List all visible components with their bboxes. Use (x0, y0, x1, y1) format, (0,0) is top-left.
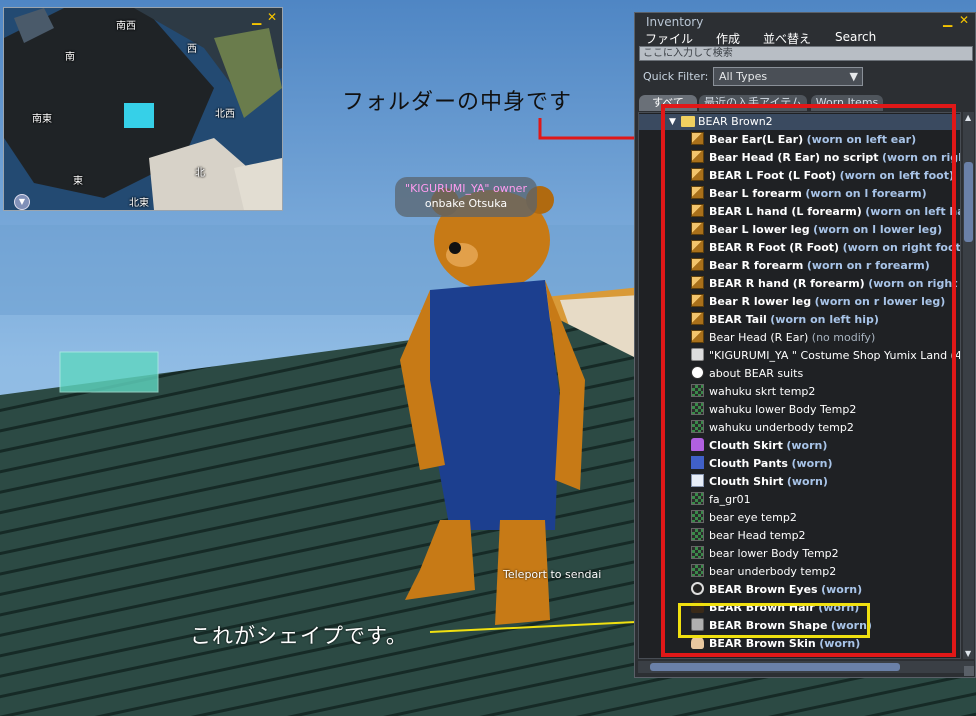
minimap-label-nw: 北西 (215, 109, 235, 120)
minimap-minimize-icon[interactable]: ▁ (252, 12, 261, 24)
minimap[interactable]: 南西 西 南 南東 北西 北 東 北東 ▁ ✕ ▼ (3, 7, 283, 211)
minimap-label-sw: 南西 (116, 21, 136, 32)
menu-sort[interactable]: 並べ替え (763, 30, 811, 47)
avatar-group-title: "KIGURUMI_YA" owner (405, 182, 527, 195)
annotation-shape: これがシェイプです。 (190, 624, 408, 648)
inventory-menu-bar: ファイル 作成 並べ替え Search (635, 29, 975, 47)
quick-filter-select[interactable]: All Types ▼ (713, 67, 863, 86)
minimap-compass-icon[interactable]: ▼ (14, 194, 30, 210)
minimap-label-ne: 北東 (129, 198, 149, 209)
menu-file[interactable]: ファイル (645, 30, 693, 47)
resize-handle-icon[interactable] (964, 666, 974, 676)
minimap-label-se: 南東 (32, 114, 52, 125)
minimap-label-w: 西 (187, 44, 197, 55)
inventory-minimize-icon[interactable]: ▁ (943, 13, 952, 27)
menu-create[interactable]: 作成 (716, 30, 740, 47)
vertical-scroll-thumb[interactable] (964, 162, 973, 242)
minimap-close-icon[interactable]: ✕ (267, 11, 277, 23)
vertical-scrollbar[interactable]: ▲ ▼ (963, 112, 974, 659)
highlight-shape-item (678, 603, 870, 638)
quick-filter-label: Quick Filter: (643, 70, 709, 83)
minimap-label-s: 南 (65, 52, 75, 63)
inventory-close-icon[interactable]: ✕ (959, 13, 969, 27)
inventory-title: Inventory (646, 15, 704, 29)
scroll-down-icon[interactable]: ▼ (965, 649, 971, 658)
menu-search[interactable]: Search (835, 30, 876, 44)
horizontal-scroll-thumb[interactable] (650, 663, 900, 671)
avatar-name: onbake Otsuka (424, 197, 508, 210)
avatar-name-tag: "KIGURUMI_YA" owner onbake Otsuka (395, 177, 537, 217)
quick-filter-value: All Types (719, 70, 768, 83)
inventory-search-input[interactable]: ここに入力して検索 (639, 46, 973, 61)
highlight-folder-contents (661, 104, 956, 657)
teleport-label[interactable]: Teleport to sendai (503, 568, 601, 581)
scroll-up-icon[interactable]: ▲ (965, 113, 971, 122)
chevron-down-icon: ▼ (849, 70, 858, 83)
annotation-folder-contents: フォルダーの中身です (342, 90, 573, 115)
minimap-label-e: 東 (73, 176, 83, 187)
minimap-terrain (4, 8, 282, 210)
minimap-label-n: 北 (195, 168, 205, 179)
horizontal-scrollbar[interactable] (638, 661, 974, 673)
